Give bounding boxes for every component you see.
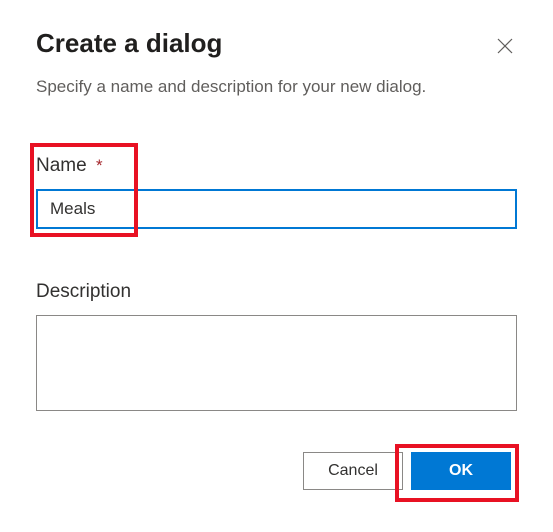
name-label-text: Name (36, 155, 87, 176)
description-input[interactable] (36, 315, 517, 411)
dialog-title: Create a dialog (36, 28, 222, 59)
dialog-footer: Cancel OK (36, 446, 517, 496)
close-icon (497, 38, 513, 54)
close-button[interactable] (493, 34, 517, 58)
name-field-group: Name * (36, 155, 517, 229)
create-dialog-modal: Create a dialog Specify a name and descr… (0, 0, 553, 532)
name-input[interactable] (36, 189, 517, 229)
ok-button[interactable]: OK (411, 452, 511, 490)
dialog-header: Create a dialog (36, 28, 517, 59)
cancel-button[interactable]: Cancel (303, 452, 403, 490)
name-label: Name * (36, 155, 103, 177)
description-label: Description (36, 281, 131, 303)
dialog-subtitle: Specify a name and description for your … (36, 75, 517, 99)
description-field-group: Description (36, 281, 517, 416)
required-indicator: * (96, 156, 103, 175)
